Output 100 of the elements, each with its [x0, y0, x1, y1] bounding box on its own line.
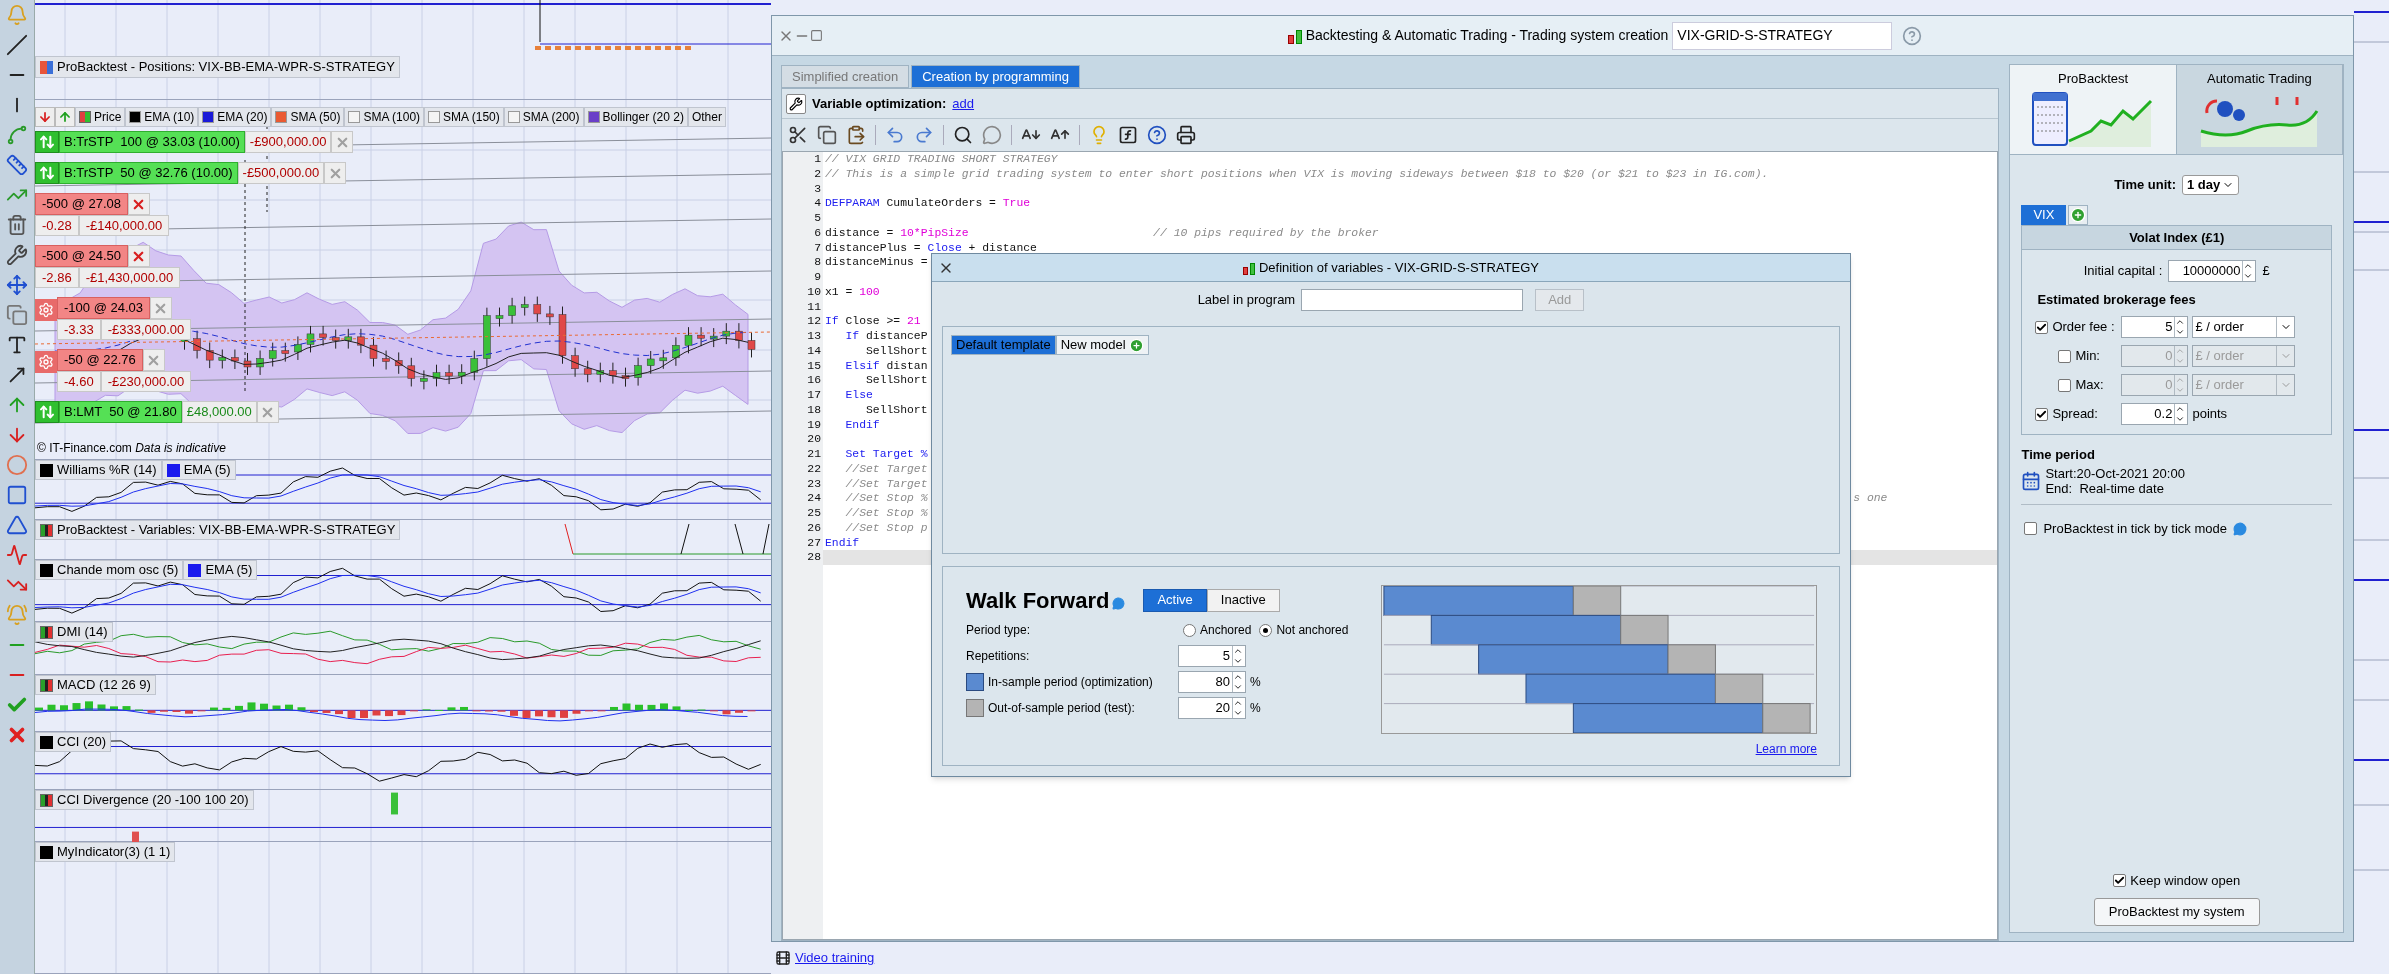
- field-label: Max:: [2075, 376, 2104, 395]
- indicator-legend[interactable]: SMA (50): [271, 107, 345, 127]
- code-line: If Close >= 21: [824, 314, 921, 329]
- video-training-link[interactable]: Video training: [795, 948, 875, 968]
- order-value: -£500,000.00: [237, 162, 325, 184]
- window-title: Backtesting & Automatic Trading - Trading system creation: [1305, 26, 1669, 45]
- select-field[interactable]: 1 day: [2182, 175, 2240, 195]
- line-number: 8: [783, 255, 823, 270]
- indicator-name: DMI (14): [57, 623, 108, 642]
- period-end: End: Real-time date: [2045, 481, 2165, 496]
- order-value: -£230,000.00: [100, 371, 192, 392]
- tab[interactable]: VIX: [2021, 205, 2067, 225]
- line-number: 12: [783, 314, 823, 329]
- indicator-name: ProBacktest - Positions: VIX-BB-EMA-WPR-S-STRATEGY: [57, 58, 395, 77]
- line-number: 17: [783, 388, 823, 403]
- order-label: -50 @ 22.76: [57, 349, 143, 371]
- line-number: 13: [783, 329, 823, 344]
- field-label: Spread:: [2052, 405, 2098, 424]
- tab[interactable]: Automatic Trading: [2176, 65, 2343, 154]
- number-field[interactable]: 5: [1178, 645, 1246, 667]
- code-line: Else: [844, 388, 873, 403]
- order-points: -4.60: [57, 371, 101, 392]
- field-label: Order fee :: [2052, 318, 2115, 337]
- section-title: Walk Forward: [966, 586, 1110, 615]
- number-field[interactable]: 10000000: [2168, 260, 2257, 282]
- order-label: -100 @ 24.03: [57, 297, 150, 319]
- line-number: 5: [783, 211, 823, 226]
- checkbox-label: Keep window open: [2130, 871, 2241, 890]
- field-label: Repetitions:: [966, 648, 1030, 665]
- code-line: distance = 10*PipSize // 10 pips required by the broker: [824, 225, 1379, 241]
- number-field[interactable]: 20: [1178, 697, 1246, 719]
- indicator-name: ProBacktest - Variables: VIX-BB-EMA-WPR-S-STRATEGY: [57, 521, 396, 540]
- code-line: // VIX GRID TRADING SHORT STRATEGY: [824, 152, 1058, 167]
- toggle-button[interactable]: Active: [1143, 588, 1207, 612]
- code-line: distanceMinus =: [824, 255, 928, 270]
- indicator-legend[interactable]: SMA (150): [424, 107, 504, 127]
- line-number: 16: [783, 373, 823, 388]
- code-line: s one: [1853, 491, 1888, 506]
- field-label: Min:: [2075, 347, 2100, 366]
- code-line: // This is a simple grid trading system to enter short positions when VIX is moving sideways between $18 to $20 (or $21 to $23 in IG.com).: [824, 166, 1769, 182]
- unit-label: £: [2262, 262, 2270, 281]
- tab[interactable]: Creation by programming: [911, 65, 1080, 88]
- field-label: Label in program: [1197, 291, 1296, 310]
- indicator-name: Bollinger (20 2): [602, 109, 684, 126]
- code-line: Endif: [824, 535, 860, 551]
- radio-label: Anchored: [1200, 622, 1252, 639]
- number-field[interactable]: 80: [1178, 671, 1246, 693]
- period-start: Start:20-Oct-2021 20:00: [2045, 466, 2185, 481]
- order-value: -£900,000.00: [244, 131, 332, 153]
- code-line: Elsif distan: [844, 358, 928, 374]
- section-heading: Estimated brokerage fees: [2037, 291, 2197, 309]
- indicator-name: EMA (5): [205, 561, 253, 580]
- unit-label: %: [1250, 674, 1261, 691]
- field-label: Out-of-sample period (test):: [988, 700, 1135, 717]
- code-line: SellShort: [865, 373, 928, 388]
- order-points: -0.28: [35, 215, 79, 236]
- order-value: -£140,000.00: [78, 215, 170, 236]
- line-number: 24: [783, 491, 823, 506]
- indicator-legend[interactable]: Bollinger (20 2): [583, 107, 688, 127]
- indicator-name: CCI Divergence (20 -100 100 20): [57, 791, 249, 810]
- order-points: -2.86: [35, 267, 79, 288]
- unit-label: %: [1250, 700, 1261, 717]
- add-link[interactable]: add: [952, 93, 975, 114]
- indicator-name: Williams %R (14): [57, 461, 157, 480]
- select-field[interactable]: £ / order: [2192, 316, 2296, 338]
- line-number: 9: [783, 270, 823, 285]
- optimization-label: Variable optimization:: [812, 94, 947, 113]
- tab[interactable]: ProBacktest: [2010, 65, 2177, 154]
- line-number: 28: [783, 550, 823, 565]
- tab[interactable]: New model: [1055, 335, 1149, 355]
- code-line: //Set Target: [844, 476, 928, 492]
- indicator-name: Price: [94, 109, 122, 126]
- checkbox-label: ProBacktest in tick by tick mode: [2043, 520, 2227, 538]
- number-field[interactable]: 0.2: [2121, 403, 2189, 425]
- indicator-name: MACD (12 26 9): [57, 676, 151, 695]
- indicator-name: SMA (150): [443, 109, 500, 126]
- indicator-legend[interactable]: SMA (100): [344, 107, 425, 127]
- code-line: //Set Stop %: [844, 491, 928, 506]
- system-name-field[interactable]: VIX-GRID-S-STRATEGY: [1672, 21, 1893, 50]
- indicator-legend[interactable]: EMA (10): [125, 107, 199, 127]
- indicator-name: EMA (5): [183, 461, 231, 480]
- order-value: -£333,000.00: [100, 319, 192, 340]
- order-label: -500 @ 24.50: [35, 245, 128, 267]
- learn-more-link[interactable]: Learn more: [1755, 740, 1817, 758]
- code-line: //Set Stop %: [844, 506, 928, 521]
- indicator-name: SMA (50): [290, 109, 341, 126]
- indicator-legend[interactable]: Price: [75, 107, 126, 127]
- field-label: In-sample period (optimization): [988, 674, 1153, 691]
- code-line: If distanceP: [844, 329, 928, 344]
- indicator-legend[interactable]: SMA (200): [503, 107, 584, 127]
- order-label: B:LMT 50 @ 21.80: [59, 401, 182, 423]
- section-header: Volat Index (£1): [2022, 226, 2331, 250]
- tab[interactable]: Default template: [951, 335, 1056, 355]
- toggle-button[interactable]: Inactive: [1206, 588, 1280, 612]
- number-field[interactable]: 5: [2121, 316, 2189, 338]
- run-button[interactable]: ProBacktest my system: [2093, 898, 2260, 926]
- code-line: SellShort: [865, 402, 928, 418]
- line-number: 4: [783, 196, 823, 211]
- section-heading: Time period: [2021, 445, 2096, 464]
- indicator-legend[interactable]: EMA (20): [198, 107, 272, 127]
